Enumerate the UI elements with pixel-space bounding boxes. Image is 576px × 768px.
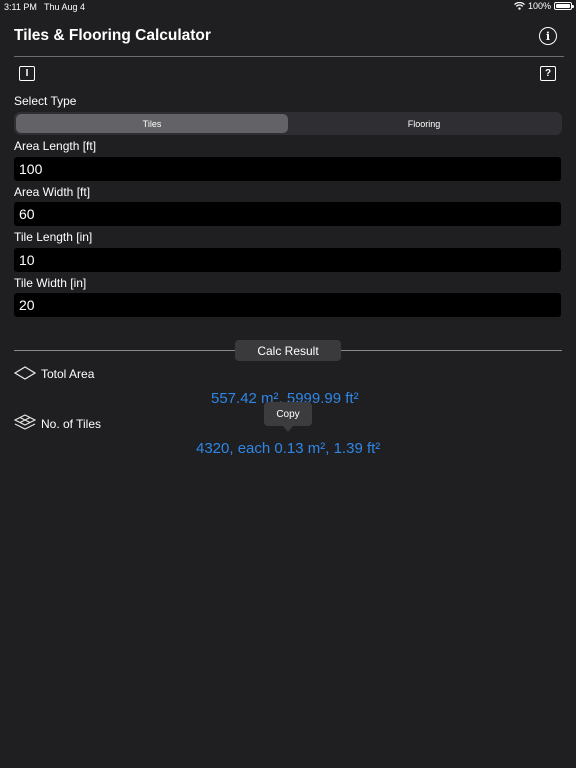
help-icon[interactable]: ? bbox=[540, 66, 556, 81]
battery-icon bbox=[554, 2, 574, 10]
status-date: Thu Aug 4 bbox=[44, 2, 86, 12]
tile-length-label: Tile Length [in] bbox=[14, 230, 93, 244]
select-type-label: Select Type bbox=[14, 94, 77, 108]
status-indicators: 100% bbox=[514, 1, 574, 11]
area-length-input[interactable] bbox=[14, 157, 561, 181]
copy-tooltip[interactable]: Copy bbox=[264, 402, 312, 432]
tile-width-label: Tile Width [in] bbox=[14, 276, 87, 290]
page-title: Tiles & Flooring Calculator bbox=[14, 27, 211, 44]
num-tiles-value[interactable]: 4320, each 0.13 m², 1.39 ft² bbox=[196, 440, 380, 457]
num-tiles-label: No. of Tiles bbox=[41, 417, 102, 431]
area-width-label: Area Width [ft] bbox=[14, 185, 91, 199]
tiles-icon bbox=[14, 414, 36, 430]
area-width-input[interactable] bbox=[14, 202, 561, 226]
type-segmented-control: Tiles Flooring bbox=[14, 112, 562, 135]
status-time: 3:11 PM bbox=[4, 2, 37, 12]
segment-flooring[interactable]: Flooring bbox=[288, 114, 560, 133]
status-bar: 3:11 PM Thu Aug 4 100% bbox=[0, 0, 576, 14]
info-icon[interactable]: i bbox=[539, 27, 557, 45]
area-length-label: Area Length [ft] bbox=[14, 139, 97, 153]
calc-result-button[interactable]: Calc Result bbox=[235, 340, 341, 361]
battery-percent: 100% bbox=[527, 1, 551, 11]
area-icon bbox=[14, 366, 36, 380]
wifi-icon bbox=[514, 2, 525, 10]
tile-width-input[interactable] bbox=[14, 293, 561, 317]
tile-length-input[interactable] bbox=[14, 248, 561, 272]
header-divider bbox=[14, 56, 564, 57]
segment-tiles[interactable]: Tiles bbox=[16, 114, 288, 133]
sidebar-toggle-icon[interactable]: I bbox=[19, 66, 35, 81]
total-area-label: Totol Area bbox=[41, 367, 95, 381]
